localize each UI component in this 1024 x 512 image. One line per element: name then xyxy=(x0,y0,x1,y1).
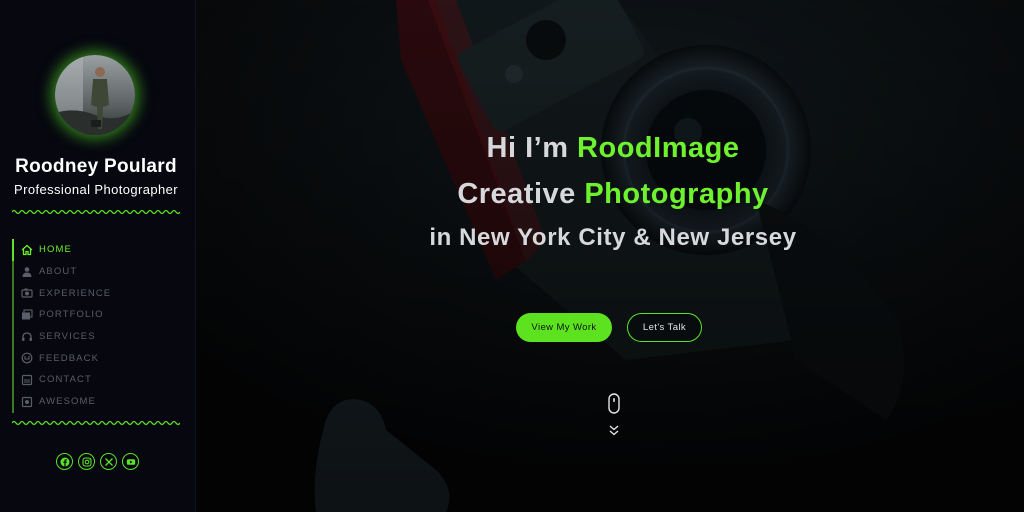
scroll-down-chevron-icon[interactable] xyxy=(608,424,620,437)
hero-highlight: Photography xyxy=(584,178,769,210)
scroll-mouse-icon xyxy=(608,393,620,414)
sidebar: Roodney Poulard Professional Photographe… xyxy=(0,0,196,512)
hero-title-line-2: Creative Photography xyxy=(196,178,1024,211)
sidebar-item-home[interactable]: HOME xyxy=(12,239,182,261)
sidebar-item-portfolio[interactable]: PORTFOLIO xyxy=(12,304,182,326)
user-icon xyxy=(22,266,32,277)
divider-squiggle xyxy=(12,209,180,215)
profile-role: Professional Photographer xyxy=(14,182,178,197)
sidebar-item-services[interactable]: SERVICES xyxy=(12,325,182,348)
sidebar-item-about[interactable]: ABOUT xyxy=(12,260,182,283)
view-my-work-button[interactable]: View My Work xyxy=(516,313,612,342)
sidebar-item-label: AWESOME xyxy=(39,396,96,408)
sidebar-item-label: SERVICES xyxy=(39,331,96,343)
sidebar-item-label: HOME xyxy=(39,244,72,256)
hero-brand-name: RoodImage xyxy=(577,132,740,164)
contact-icon xyxy=(21,374,33,386)
sidebar-item-label: EXPERIENCE xyxy=(39,287,112,299)
sidebar-item-feedback[interactable]: FEEDBACK xyxy=(12,347,182,370)
sidebar-item-label: ABOUT xyxy=(39,266,78,278)
camera-icon xyxy=(21,288,33,298)
feedback-icon xyxy=(21,352,33,364)
portfolio-icon xyxy=(22,309,33,320)
sidebar-item-awesome[interactable]: AWESOME xyxy=(12,390,182,413)
image-icon xyxy=(21,396,33,407)
instagram-icon[interactable] xyxy=(78,453,95,470)
avatar xyxy=(55,55,135,135)
lets-talk-button[interactable]: Let's Talk xyxy=(627,313,702,342)
headset-icon xyxy=(22,331,32,341)
sidebar-item-label: PORTFOLIO xyxy=(39,309,104,321)
social-links xyxy=(56,453,139,470)
sidebar-item-label: FEEDBACK xyxy=(39,352,100,364)
profile-name: Roodney Poulard xyxy=(15,156,177,177)
home-icon xyxy=(21,244,33,255)
x-icon[interactable] xyxy=(100,453,117,470)
sidebar-nav: HOME ABOUT EXPERIENCE PORTFOLIO SERVICES… xyxy=(12,239,182,413)
youtube-icon[interactable] xyxy=(122,453,139,470)
hero-section: Hi I’m RoodImage Creative Photography in… xyxy=(196,0,1024,512)
hero-title-line-3: in New York City & New Jersey xyxy=(429,224,797,251)
hero-title-prefix: Creative xyxy=(457,178,585,210)
sidebar-item-experience[interactable]: EXPERIENCE xyxy=(12,282,182,305)
hero-title-line-1: Hi I’m RoodImage xyxy=(196,132,1024,165)
facebook-icon[interactable] xyxy=(56,453,73,470)
sidebar-item-label: CONTACT xyxy=(39,374,92,386)
divider-squiggle xyxy=(12,420,180,426)
sidebar-item-contact[interactable]: CONTACT xyxy=(12,369,182,391)
hero-title-prefix: Hi I’m xyxy=(486,132,578,164)
